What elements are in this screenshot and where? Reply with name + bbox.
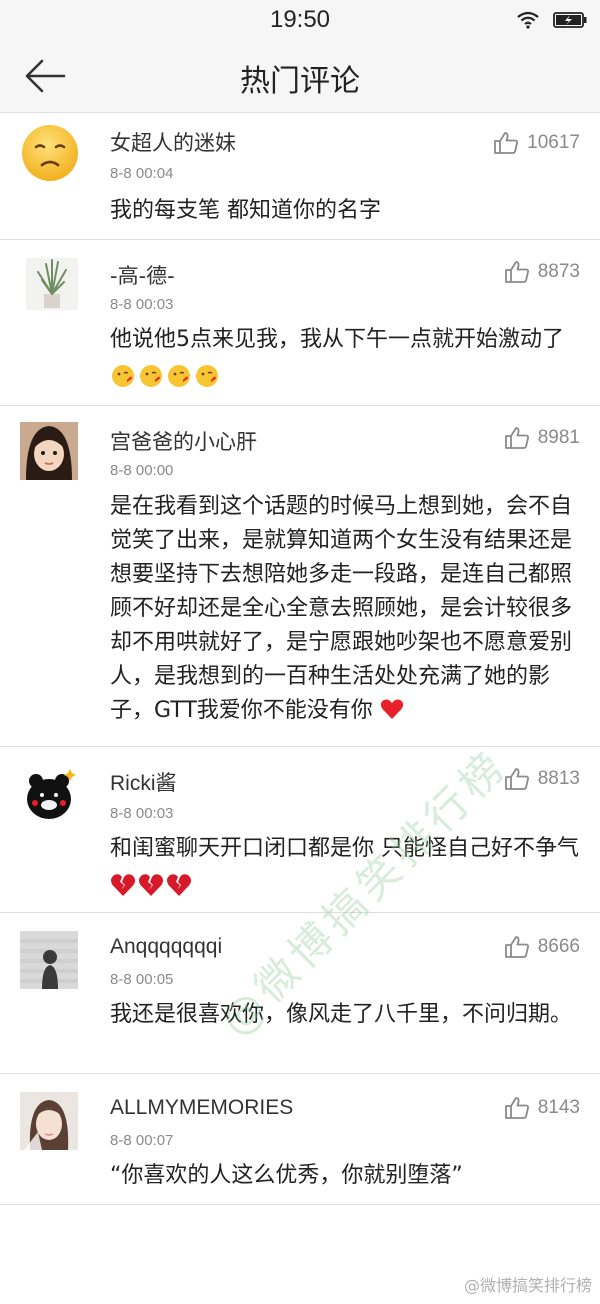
status-time: 19:50 xyxy=(269,6,331,33)
page-title: 热门评论 xyxy=(240,64,360,99)
thumbs-up-icon xyxy=(504,1097,529,1119)
comment-time: 8-8 00:03 xyxy=(110,805,174,822)
comment-item: 宫爸爸的小心肝 8-8 00:00 8981 是在我看到这个话题的时候马上想到她… xyxy=(0,406,600,747)
comment-author[interactable]: ALLMYMEMORIES xyxy=(110,1096,293,1120)
sad-face-icon xyxy=(22,125,78,181)
kiss-heart-emoji-icon xyxy=(168,365,190,387)
comment-text: 我的每支笔 都知道你的名字 xyxy=(110,198,381,223)
thumbs-up-icon xyxy=(494,132,519,154)
emoji-row xyxy=(110,873,192,897)
comment-text-body: 是在我看到这个话题的时候马上想到她，会不自觉笑了出来，是就算知道两个女生没有结果… xyxy=(110,494,573,723)
like-button[interactable]: 8873 xyxy=(504,260,580,284)
kiss-heart-emoji-icon xyxy=(196,365,218,387)
comment-item: -高-德- 8-8 00:03 8873 他说他5点来见我，我从下午一点就开始激… xyxy=(0,240,600,406)
comment-text-body: 和闺蜜聊天开口闭口都是你 只能怪自己好不争气 xyxy=(110,836,579,861)
thumbs-up-icon xyxy=(504,936,529,958)
portrait-photo-icon xyxy=(20,1092,78,1150)
broken-heart-icon xyxy=(166,874,192,896)
avatar[interactable] xyxy=(20,931,78,989)
kiss-heart-emoji-icon xyxy=(140,365,162,387)
like-count: 8666 xyxy=(537,936,580,957)
kiss-heart-emoji-icon xyxy=(112,365,134,387)
footer-watermark: @微博搞笑排行榜 xyxy=(463,1276,592,1295)
thumbs-up-icon xyxy=(504,261,529,283)
comment-text: “你喜欢的人这么优秀，你就别堕落” xyxy=(110,1163,463,1188)
like-button[interactable]: 8813 xyxy=(504,767,580,791)
broken-heart-icon xyxy=(110,874,136,896)
nav-bar: 热门评论 xyxy=(0,40,600,113)
comment-time: 8-8 00:00 xyxy=(110,462,174,479)
avatar[interactable] xyxy=(20,765,78,823)
comment-author[interactable]: Ricki酱 xyxy=(110,767,177,797)
like-count: 8873 xyxy=(537,261,580,282)
plant-icon xyxy=(26,258,78,310)
comment-text: 我还是很喜欢你，像风走了八千里，不问归期。 xyxy=(110,1002,573,1027)
wifi-icon xyxy=(517,11,539,29)
comment-item: ALLMYMEMORIES 8-8 00:07 8143 “你喜欢的人这么优秀，… xyxy=(0,1074,600,1205)
comment-item: 女超人的迷妹 8-8 00:04 10617 我的每支笔 都知道你的名字 xyxy=(0,113,600,240)
comment-author[interactable]: -高-德- xyxy=(110,260,175,290)
battery-icon xyxy=(553,12,587,28)
like-button[interactable]: 10617 xyxy=(493,131,580,155)
silhouette-photo-icon xyxy=(20,931,78,989)
child-photo-icon xyxy=(20,422,78,480)
avatar[interactable] xyxy=(20,1092,78,1150)
comment-item: Anqqqqqqqi 8-8 00:05 8666 我还是很喜欢你，像风走了八千… xyxy=(0,913,600,1074)
avatar[interactable] xyxy=(20,123,80,183)
comment-text: 和闺蜜聊天开口闭口都是你 只能怪自己好不争气 xyxy=(110,831,580,903)
comment-author[interactable]: Anqqqqqqqi xyxy=(110,935,222,959)
emoji-row xyxy=(110,363,220,389)
comment-text-body: 他说他5点来见我，我从下午一点就开始激动了 xyxy=(110,327,564,352)
broken-heart-icon xyxy=(138,874,164,896)
like-count: 8143 xyxy=(537,1097,580,1118)
avatar[interactable] xyxy=(26,258,78,310)
comment-time: 8-8 00:03 xyxy=(110,296,174,313)
status-bar: 19:50 xyxy=(0,0,600,40)
bear-icon xyxy=(20,765,78,823)
like-count: 8813 xyxy=(537,768,580,789)
comment-time: 8-8 00:05 xyxy=(110,971,174,988)
thumbs-up-icon xyxy=(504,768,529,790)
comment-item: Ricki酱 8-8 00:03 8813 和闺蜜聊天开口闭口都是你 只能怪自己… xyxy=(0,747,600,913)
like-button[interactable]: 8981 xyxy=(504,426,580,450)
comment-author[interactable]: 宫爸爸的小心肝 xyxy=(110,426,257,456)
comment-text: 是在我看到这个话题的时候马上想到她，会不自觉笑了出来，是就算知道两个女生没有结果… xyxy=(110,490,580,728)
comment-text: 他说他5点来见我，我从下午一点就开始激动了 xyxy=(110,322,580,394)
like-count: 10617 xyxy=(527,132,580,153)
avatar[interactable] xyxy=(20,422,78,480)
like-button[interactable]: 8143 xyxy=(504,1096,580,1120)
comment-time: 8-8 00:07 xyxy=(110,1132,174,1149)
thumbs-up-icon xyxy=(504,427,529,449)
comment-time: 8-8 00:04 xyxy=(110,165,174,182)
like-count: 8981 xyxy=(537,427,580,448)
red-heart-icon xyxy=(380,699,403,719)
like-button[interactable]: 8666 xyxy=(504,935,580,959)
comment-author[interactable]: 女超人的迷妹 xyxy=(110,127,236,157)
